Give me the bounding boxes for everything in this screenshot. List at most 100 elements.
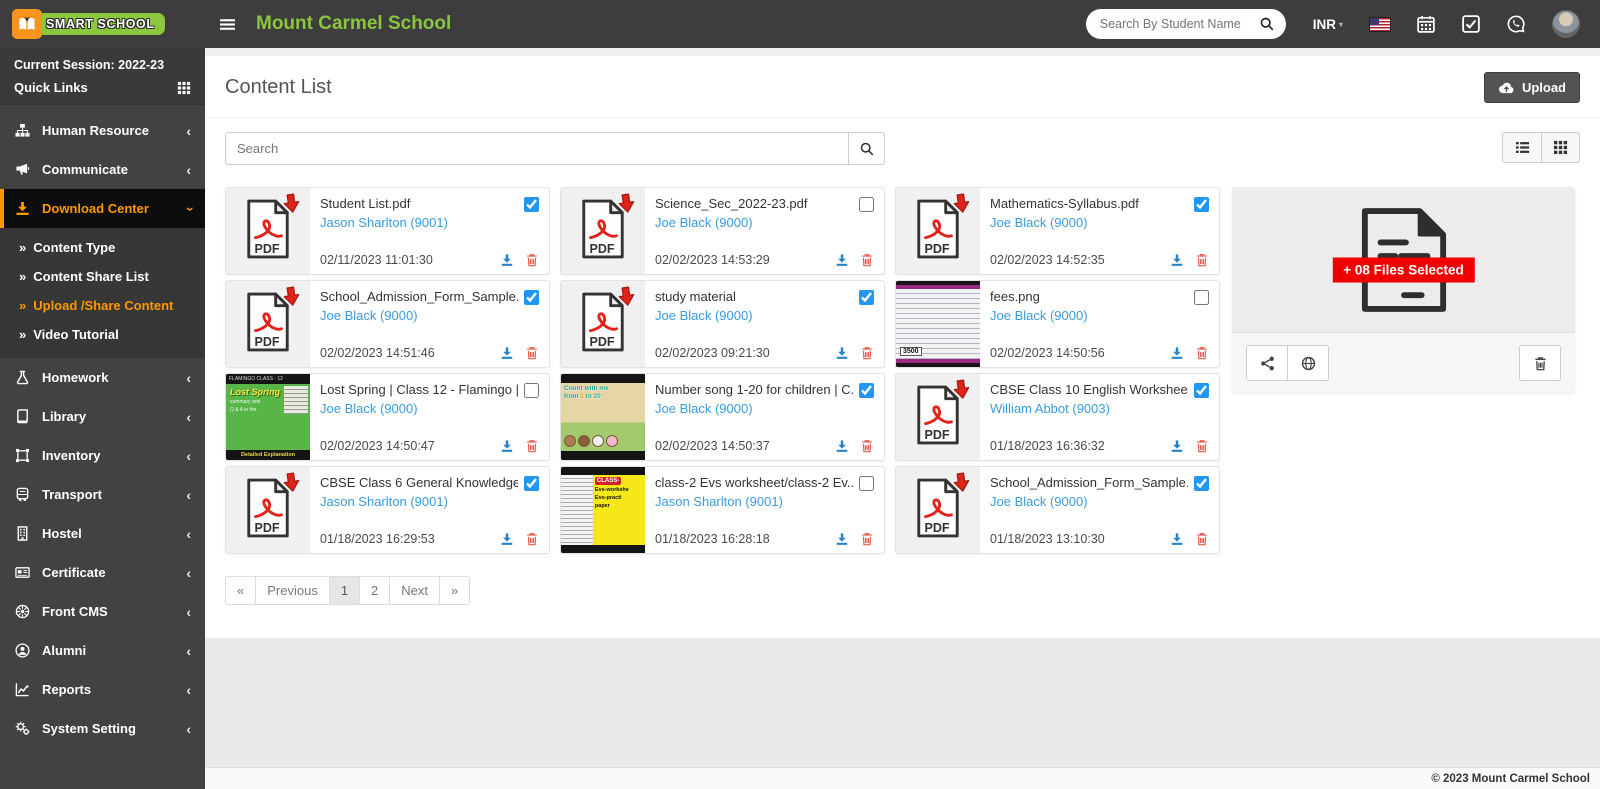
content-author-link[interactable]: Joe Black (9000) <box>655 308 874 323</box>
content-author-link[interactable]: Joe Black (9000) <box>655 215 874 230</box>
trash-icon[interactable] <box>1195 253 1209 267</box>
trash-icon[interactable] <box>860 439 874 453</box>
select-content-checkbox[interactable] <box>524 383 539 398</box>
trash-icon[interactable] <box>525 346 539 360</box>
quick-links-grid-icon[interactable] <box>177 81 191 95</box>
download-arrow-icon <box>616 192 638 221</box>
grid-view-toggle[interactable] <box>1541 132 1580 163</box>
select-content-checkbox[interactable] <box>859 476 874 491</box>
content-author-link[interactable]: Joe Black (9000) <box>655 401 874 416</box>
share-button[interactable] <box>1246 345 1288 381</box>
trash-icon[interactable] <box>1195 346 1209 360</box>
trash-icon[interactable] <box>860 253 874 267</box>
content-author-link[interactable]: Joe Black (9000) <box>320 401 539 416</box>
select-content-checkbox[interactable] <box>1194 290 1209 305</box>
content-author-link[interactable]: William Abbot (9003) <box>990 401 1209 416</box>
sidebar-item-label: Front CMS <box>42 604 108 619</box>
page-button-previous[interactable]: Previous <box>255 576 330 605</box>
svg-text:PDF: PDF <box>590 335 615 349</box>
whatsapp-icon[interactable] <box>1507 15 1525 33</box>
trash-icon[interactable] <box>525 253 539 267</box>
content-author-link[interactable]: Jason Sharlton (9001) <box>320 494 539 509</box>
sidebar-subitem-content-share-list[interactable]: »Content Share List <box>0 262 205 291</box>
select-content-checkbox[interactable] <box>1194 197 1209 212</box>
select-content-checkbox[interactable] <box>1194 476 1209 491</box>
pdf-thumbnail: PDF <box>561 281 645 367</box>
content-title: School_Admission_Form_Sample... <box>990 475 1188 490</box>
content-search-input[interactable] <box>225 132 848 165</box>
download-icon[interactable] <box>835 346 849 360</box>
download-icon[interactable] <box>1170 439 1184 453</box>
sidebar-item-label: System Setting <box>42 721 136 736</box>
select-content-checkbox[interactable] <box>524 197 539 212</box>
list-view-toggle[interactable] <box>1502 132 1541 163</box>
download-icon[interactable] <box>1170 253 1184 267</box>
select-content-checkbox[interactable] <box>859 197 874 212</box>
download-icon[interactable] <box>500 439 514 453</box>
us-flag-icon[interactable] <box>1370 18 1390 31</box>
download-icon[interactable] <box>835 439 849 453</box>
select-content-checkbox[interactable] <box>524 290 539 305</box>
user-avatar[interactable] <box>1552 10 1580 38</box>
page-button-[interactable]: » <box>439 576 470 605</box>
trash-icon[interactable] <box>525 532 539 546</box>
delete-selected-button[interactable] <box>1519 345 1561 381</box>
sidebar-item-transport[interactable]: Transport ‹ <box>0 475 205 514</box>
select-content-checkbox[interactable] <box>524 476 539 491</box>
currency-selector[interactable]: INR▾ <box>1313 17 1343 32</box>
chevron-icon: ‹ <box>186 163 191 177</box>
download-icon[interactable] <box>500 532 514 546</box>
sidebar-subitem-content-type[interactable]: »Content Type <box>0 233 205 262</box>
download-icon[interactable] <box>1170 346 1184 360</box>
sidebar-item-library[interactable]: Library ‹ <box>0 397 205 436</box>
content-author-link[interactable]: Joe Black (9000) <box>320 308 539 323</box>
pagination: «Previous12Next» <box>225 576 470 605</box>
content-search-button[interactable] <box>848 132 885 165</box>
sidebar-item-reports[interactable]: Reports ‹ <box>0 670 205 709</box>
select-content-checkbox[interactable] <box>859 290 874 305</box>
sidebar-item-alumni[interactable]: Alumni ‹ <box>0 631 205 670</box>
search-icon[interactable] <box>1254 15 1280 33</box>
sidebar-item-front-cms[interactable]: Front CMS ‹ <box>0 592 205 631</box>
download-icon[interactable] <box>835 253 849 267</box>
content-author-link[interactable]: Jason Sharlton (9001) <box>655 494 874 509</box>
calendar-icon[interactable] <box>1417 15 1435 33</box>
sidebar-subitem-upload-share-content[interactable]: »Upload /Share Content <box>0 291 205 320</box>
files-selected-badge: + 08 Files Selected <box>1332 257 1474 282</box>
student-search-input[interactable] <box>1100 17 1254 31</box>
trash-icon[interactable] <box>1195 439 1209 453</box>
trash-icon[interactable] <box>860 346 874 360</box>
download-icon[interactable] <box>835 532 849 546</box>
sidebar-item-homework[interactable]: Homework ‹ <box>0 358 205 397</box>
content-author-link[interactable]: Joe Black (9000) <box>990 308 1209 323</box>
sidebar-item-inventory[interactable]: Inventory ‹ <box>0 436 205 475</box>
page-button-next[interactable]: Next <box>389 576 440 605</box>
sidebar-item-human-resource[interactable]: Human Resource ‹ <box>0 111 205 150</box>
content-author-link[interactable]: Jason Sharlton (9001) <box>320 215 539 230</box>
download-icon[interactable] <box>500 346 514 360</box>
download-icon[interactable] <box>1170 532 1184 546</box>
sidebar-subitem-video-tutorial[interactable]: »Video Tutorial <box>0 320 205 349</box>
download-icon[interactable] <box>500 253 514 267</box>
trash-icon[interactable] <box>860 532 874 546</box>
select-content-checkbox[interactable] <box>859 383 874 398</box>
sidebar-item-hostel[interactable]: Hostel ‹ <box>0 514 205 553</box>
tasks-icon[interactable] <box>1462 15 1480 33</box>
menu-icon[interactable] <box>219 16 236 33</box>
page-button-[interactable]: « <box>225 576 256 605</box>
publish-globe-button[interactable] <box>1287 345 1329 381</box>
content-card: 3500 fees.png Joe Black (9000) 02/02/202… <box>895 280 1220 368</box>
page-button-1[interactable]: 1 <box>329 576 360 605</box>
content-author-link[interactable]: Joe Black (9000) <box>990 215 1209 230</box>
sidebar-item-certificate[interactable]: Certificate ‹ <box>0 553 205 592</box>
page-button-2[interactable]: 2 <box>359 576 390 605</box>
upload-button[interactable]: Upload <box>1484 72 1580 103</box>
sidebar-item-download-center[interactable]: Download Center ‹ <box>0 189 205 228</box>
sidebar-item-communicate[interactable]: Communicate ‹ <box>0 150 205 189</box>
app-logo[interactable]: SMART SCHOOL <box>0 9 205 39</box>
content-author-link[interactable]: Joe Black (9000) <box>990 494 1209 509</box>
trash-icon[interactable] <box>1195 532 1209 546</box>
trash-icon[interactable] <box>525 439 539 453</box>
select-content-checkbox[interactable] <box>1194 383 1209 398</box>
sidebar-item-system-setting[interactable]: System Setting ‹ <box>0 709 205 748</box>
